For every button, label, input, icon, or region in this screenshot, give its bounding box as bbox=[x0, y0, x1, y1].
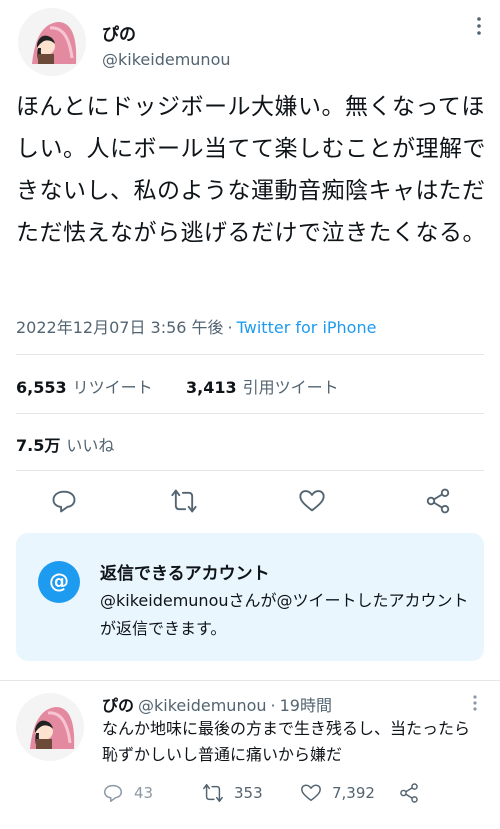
quotes-count: 3,413 bbox=[186, 378, 237, 397]
retweet-icon bbox=[203, 784, 223, 802]
divider bbox=[16, 413, 484, 414]
reply-avatar[interactable] bbox=[16, 693, 84, 761]
reply-retweet-button[interactable]: 353 bbox=[202, 781, 263, 805]
display-name[interactable]: ぴの bbox=[102, 20, 136, 45]
reply-icon bbox=[104, 784, 122, 802]
likes-stat[interactable]: 7.5万 いいね bbox=[16, 432, 114, 456]
reply-user-handle[interactable]: @kikeidemunou bbox=[138, 696, 267, 715]
reply-separator: · bbox=[270, 696, 276, 715]
more-options-icon[interactable] bbox=[472, 16, 486, 36]
retweets-label: リツイート bbox=[72, 378, 153, 397]
meta-separator: · bbox=[227, 318, 233, 337]
avatar-illustration bbox=[16, 693, 84, 761]
tweet-text: ほんとにドッジボール大嫌い。無くなってほしい。人にボール当てて楽しむことが理解で… bbox=[16, 94, 486, 246]
tweet-client-link[interactable]: Twitter for iPhone bbox=[237, 318, 377, 337]
retweets-count: 6,553 bbox=[16, 378, 67, 397]
likes-count: 7.5万 bbox=[16, 436, 61, 455]
more-options-icon[interactable] bbox=[470, 694, 480, 712]
retweets-stat[interactable]: 6,553 リツイート bbox=[16, 374, 153, 398]
at-mention-icon: @ bbox=[38, 561, 80, 603]
reply-time[interactable]: 19時間 bbox=[280, 696, 332, 715]
reply-text: なんか地味に最後の方まで生き残るし、当たったら恥ずかしいし普通に痛いから嫌だ bbox=[102, 719, 471, 764]
divider bbox=[0, 680, 500, 681]
likes-label: いいね bbox=[66, 436, 115, 455]
reply-reply-count: 43 bbox=[134, 784, 154, 802]
retweet-button[interactable] bbox=[170, 487, 198, 515]
user-handle[interactable]: @kikeidemunou bbox=[102, 50, 231, 69]
quotes-stat[interactable]: 3,413 引用ツイート bbox=[186, 374, 339, 398]
tweet-timestamp[interactable]: 2022年12月07日 3:56 午後 bbox=[16, 318, 224, 337]
share-button[interactable] bbox=[424, 487, 452, 515]
reply-icon bbox=[52, 490, 76, 513]
reply-restriction-title: 返信できるアカウント bbox=[100, 564, 270, 584]
reply-share-button[interactable] bbox=[398, 781, 430, 805]
reply-like-count: 7,392 bbox=[332, 784, 375, 802]
share-icon bbox=[426, 488, 450, 514]
retweet-icon bbox=[171, 489, 197, 513]
reply-display-name[interactable]: ぴの bbox=[102, 696, 134, 715]
reply-restriction-card: @ 返信できるアカウント @kikeidemunouさんが@ツイートしたアカウン… bbox=[16, 533, 484, 661]
share-icon bbox=[400, 783, 418, 803]
avatar[interactable] bbox=[18, 8, 86, 76]
reply-like-button[interactable]: 7,392 bbox=[300, 781, 375, 805]
tweet-meta: 2022年12月07日 3:56 午後 · Twitter for iPhone bbox=[16, 314, 376, 338]
like-button[interactable] bbox=[298, 487, 326, 515]
divider bbox=[16, 354, 484, 355]
divider bbox=[16, 470, 484, 471]
like-icon bbox=[299, 490, 325, 512]
avatar-illustration bbox=[18, 8, 86, 76]
reply-restriction-description: @kikeidemunouさんが@ツイートしたアカウントが返信できます。 bbox=[100, 591, 469, 638]
reply-button[interactable] bbox=[50, 487, 78, 515]
quotes-label: 引用ツイート bbox=[242, 378, 339, 397]
reply-retweet-count: 353 bbox=[234, 784, 263, 802]
like-icon bbox=[301, 784, 321, 802]
reply-header: ぴの @kikeidemunou · 19時間 bbox=[102, 692, 332, 716]
reply-reply-button[interactable]: 43 bbox=[102, 781, 153, 805]
